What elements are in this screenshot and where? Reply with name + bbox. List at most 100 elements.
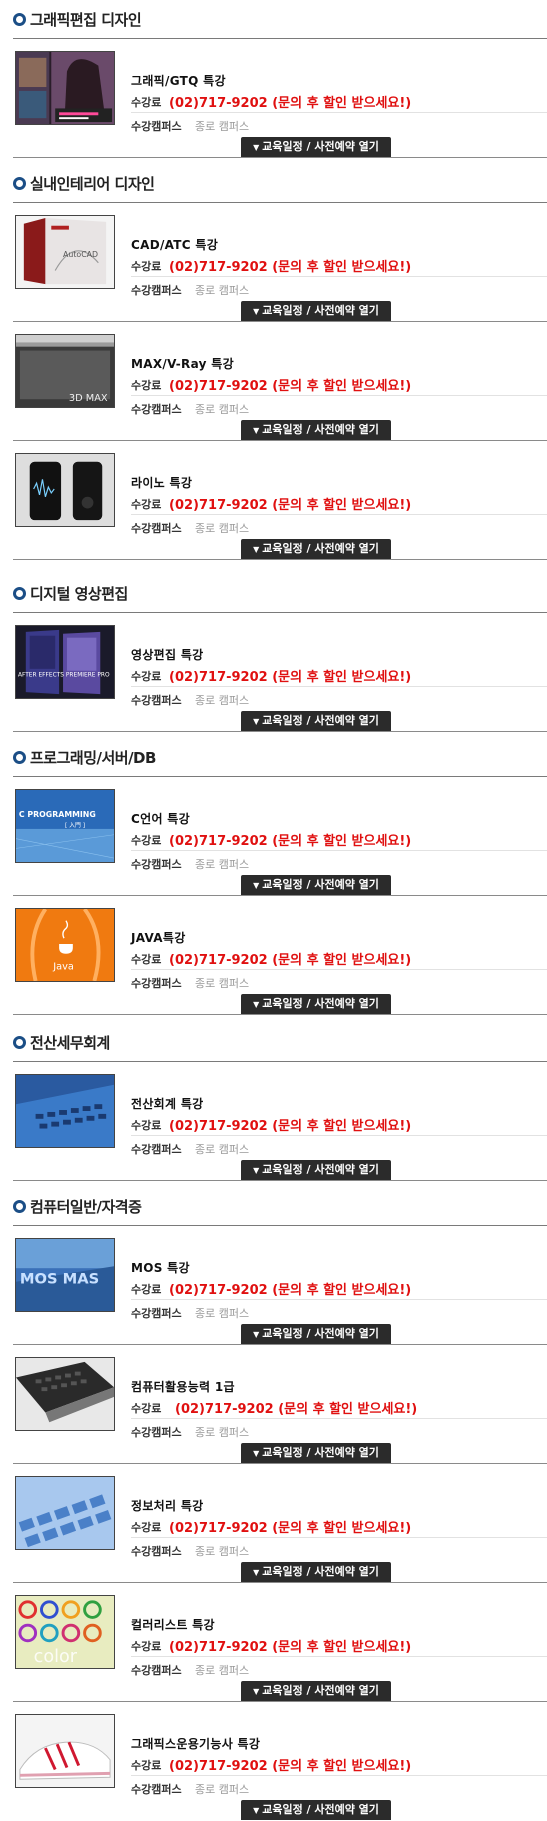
autocad-box-thumbnail[interactable]: AutoCAD [15, 215, 115, 289]
svg-text:AFTER EFFECTS PREMIERE PRO: AFTER EFFECTS PREMIERE PRO [18, 673, 110, 679]
phone-device-thumbnail[interactable] [15, 453, 115, 527]
schedule-reservation-button[interactable]: ▼ 교육일정 / 사전예약 열기 [241, 994, 391, 1014]
campus-row: 수강캠퍼스 종로 캠퍼스 [131, 1660, 547, 1680]
schedule-reservation-button[interactable]: ▼ 교육일정 / 사전예약 열기 [241, 1681, 391, 1701]
phone-number: (02)717-9202 (문의 후 할인 받으세요!) [169, 96, 412, 111]
button-label: 교육일정 / 사전예약 열기 [262, 1684, 379, 1697]
section-title: 컴퓨터일반/자격증 [30, 1198, 142, 1216]
divider [13, 731, 547, 732]
3dmax-screen-thumbnail[interactable]: 3D MAX [15, 334, 115, 408]
course-item: 3D MAX MAX/V-Ray 특강 수강료 (02)717-9202 (문의… [0, 331, 547, 441]
campus-row: 수강캠퍼스 종로 캠퍼스 [131, 1139, 547, 1159]
bullet-icon [13, 587, 26, 600]
campus-row: 수강캠퍼스 종로 캠퍼스 [131, 1541, 547, 1561]
campus-label: 수강캠퍼스 [131, 858, 182, 871]
campus-value: 종로 캠퍼스 [195, 694, 250, 707]
button-label: 교육일정 / 사전예약 열기 [262, 1327, 379, 1340]
course-name[interactable]: CAD/ATC 특강 [131, 236, 218, 253]
schedule-reservation-button[interactable]: ▼ 교육일정 / 사전예약 열기 [241, 420, 391, 440]
course-item: AutoCAD CAD/ATC 특강 수강료 (02)717-9202 (문의 … [0, 212, 547, 322]
svg-text:MOS MAS: MOS MAS [20, 1271, 99, 1288]
keyboard-thumbnail[interactable] [15, 1074, 115, 1148]
course-name[interactable]: 그래픽스운용기능사 특강 [131, 1735, 260, 1752]
course-item: 전산회계 특강 수강료 (02)717-9202 (문의 후 할인 받으세요!)… [0, 1071, 547, 1181]
divider [13, 440, 547, 441]
schedule-reservation-button[interactable]: ▼ 교육일정 / 사전예약 열기 [241, 711, 391, 731]
campus-row: 수강캠퍼스 종로 캠퍼스 [131, 1422, 547, 1442]
schedule-reservation-button[interactable]: ▼ 교육일정 / 사전예약 열기 [241, 301, 391, 321]
fee-row: 수강료 (02)717-9202 (문의 후 할인 받으세요!) [131, 1398, 547, 1419]
fee-label: 수강료 [131, 1402, 162, 1415]
phone-number: (02)717-9202 (문의 후 할인 받으세요!) [169, 1119, 412, 1134]
schedule-reservation-button[interactable]: ▼ 교육일정 / 사전예약 열기 [241, 137, 391, 157]
divider [13, 1180, 547, 1181]
fee-row: 수강료 (02)717-9202 (문의 후 할인 받으세요!) [131, 92, 547, 113]
java-logo-thumbnail[interactable]: Java [15, 908, 115, 982]
software-boxes-thumbnail[interactable]: AFTER EFFECTS PREMIERE PRO [15, 625, 115, 699]
bullet-icon [13, 1200, 26, 1213]
course-name[interactable]: MAX/V-Ray 특강 [131, 355, 234, 372]
c-programming-thumbnail[interactable]: C PROGRAMMING [ 入門 ] [15, 789, 115, 863]
schedule-reservation-button[interactable]: ▼ 교육일정 / 사전예약 열기 [241, 1800, 391, 1820]
fee-row: 수강료 (02)717-9202 (문의 후 할인 받으세요!) [131, 830, 547, 851]
bullet-icon [13, 751, 26, 764]
laptop-thumbnail[interactable] [15, 1357, 115, 1431]
course-item: C PROGRAMMING [ 入門 ] C언어 특강 수강료 (02)717-… [0, 786, 547, 896]
section-header-certification: 컴퓨터일반/자격증 [0, 1187, 547, 1227]
fee-row: 수강료 (02)717-9202 (문의 후 할인 받으세요!) [131, 1115, 547, 1136]
button-label: 교육일정 / 사전예약 열기 [262, 1565, 379, 1578]
fee-row: 수강료 (02)717-9202 (문의 후 할인 받으세요!) [131, 375, 547, 396]
campus-value: 종로 캠퍼스 [195, 403, 250, 416]
caret-down-icon: ▼ [253, 426, 260, 435]
caret-down-icon: ▼ [253, 1568, 260, 1577]
schedule-reservation-button[interactable]: ▼ 교육일정 / 사전예약 열기 [241, 539, 391, 559]
schedule-reservation-button[interactable]: ▼ 교육일정 / 사전예약 열기 [241, 1160, 391, 1180]
fee-row: 수강료 (02)717-9202 (문의 후 할인 받으세요!) [131, 666, 547, 687]
course-name[interactable]: 컬러리스트 특강 [131, 1616, 215, 1633]
button-label: 교육일정 / 사전예약 열기 [262, 1163, 379, 1176]
caret-down-icon: ▼ [253, 1449, 260, 1458]
course-name[interactable]: C언어 특강 [131, 810, 190, 827]
course-name[interactable]: JAVA특강 [131, 929, 186, 946]
svg-text:C PROGRAMMING: C PROGRAMMING [19, 810, 96, 819]
caret-down-icon: ▼ [253, 717, 260, 726]
course-name[interactable]: 컴퓨터활용능력 1급 [131, 1378, 235, 1395]
course-name[interactable]: MOS 특강 [131, 1259, 190, 1276]
campus-value: 종로 캠퍼스 [195, 120, 250, 133]
campus-row: 수강캠퍼스 종로 캠퍼스 [131, 518, 547, 538]
caret-down-icon: ▼ [253, 307, 260, 316]
campus-row: 수강캠퍼스 종로 캠퍼스 [131, 1303, 547, 1323]
course-name[interactable]: 그래픽/GTQ 특강 [131, 72, 226, 89]
blue-keys-thumbnail[interactable] [15, 1476, 115, 1550]
magazine-cover-thumbnail[interactable] [15, 51, 115, 125]
button-label: 교육일정 / 사전예약 열기 [262, 1446, 379, 1459]
course-name[interactable]: 라이노 특강 [131, 474, 192, 491]
divider [13, 321, 547, 322]
phone-number: (02)717-9202 (문의 후 할인 받으세요!) [169, 953, 412, 968]
schedule-reservation-button[interactable]: ▼ 교육일정 / 사전예약 열기 [241, 1562, 391, 1582]
divider [13, 202, 547, 203]
schedule-reservation-button[interactable]: ▼ 교육일정 / 사전예약 열기 [241, 1443, 391, 1463]
course-name[interactable]: 영상편집 특강 [131, 646, 204, 663]
divider [13, 895, 547, 896]
campus-row: 수강캠퍼스 종로 캠퍼스 [131, 399, 547, 419]
campus-value: 종로 캠퍼스 [195, 1426, 250, 1439]
fee-label: 수강료 [131, 1759, 162, 1772]
phone-number: (02)717-9202 (문의 후 할인 받으세요!) [169, 1521, 412, 1536]
color-wheels-thumbnail[interactable]: color [15, 1595, 115, 1669]
mos-thumbnail[interactable]: MOS MAS [15, 1238, 115, 1312]
section-title: 디지털 영상편집 [30, 585, 128, 603]
campus-value: 종로 캠퍼스 [195, 1664, 250, 1677]
course-name[interactable]: 전산회계 특강 [131, 1095, 204, 1112]
campus-label: 수강캠퍼스 [131, 977, 182, 990]
course-name[interactable]: 정보처리 특강 [131, 1497, 204, 1514]
fee-label: 수강료 [131, 1521, 162, 1534]
schedule-reservation-button[interactable]: ▼ 교육일정 / 사전예약 열기 [241, 875, 391, 895]
phone-number: (02)717-9202 (문의 후 할인 받으세요!) [169, 498, 412, 513]
sneaker-thumbnail[interactable] [15, 1714, 115, 1788]
course-item: 컴퓨터활용능력 1급 수강료 (02)717-9202 (문의 후 할인 받으세… [0, 1354, 547, 1464]
schedule-reservation-button[interactable]: ▼ 교육일정 / 사전예약 열기 [241, 1324, 391, 1344]
bullet-icon [13, 1036, 26, 1049]
divider [13, 1344, 547, 1345]
course-item: 정보처리 특강 수강료 (02)717-9202 (문의 후 할인 받으세요!)… [0, 1473, 547, 1583]
